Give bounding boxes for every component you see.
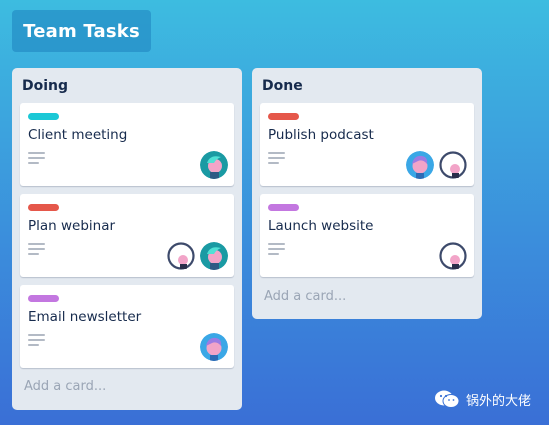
- add-card-button[interactable]: Add a card...: [24, 379, 106, 394]
- card-email-newsletter[interactable]: Email newsletter: [20, 285, 234, 368]
- card-plan-webinar[interactable]: Plan webinar: [20, 194, 234, 277]
- card-title: Client meeting: [28, 127, 128, 143]
- card-label[interactable]: [268, 204, 299, 211]
- teal-avatar-icon[interactable]: [200, 242, 228, 270]
- card-title: Plan webinar: [28, 218, 116, 234]
- card-publish-podcast[interactable]: Publish podcast: [260, 103, 474, 186]
- card-title: Launch website: [268, 218, 374, 234]
- card-label[interactable]: [28, 113, 59, 120]
- add-card-button[interactable]: Add a card...: [264, 289, 346, 304]
- description-icon: [28, 152, 45, 164]
- wechat-icon: [435, 390, 460, 408]
- description-icon: [28, 334, 45, 346]
- list-done: Done Publish podcast Launch website Add …: [252, 68, 482, 319]
- board-title[interactable]: Team Tasks: [12, 10, 151, 52]
- card-title: Publish podcast: [268, 127, 374, 143]
- outline-avatar-icon[interactable]: [439, 151, 467, 179]
- description-icon: [268, 152, 285, 164]
- list-doing: Doing Client meeting Plan webinar Email …: [12, 68, 242, 410]
- card-launch-website[interactable]: Launch website: [260, 194, 474, 277]
- description-icon: [28, 243, 45, 255]
- outline-avatar-icon[interactable]: [167, 242, 195, 270]
- list-title[interactable]: Done: [262, 78, 303, 94]
- card-label[interactable]: [268, 113, 299, 120]
- card-label[interactable]: [28, 295, 59, 302]
- blue-avatar-icon[interactable]: [406, 151, 434, 179]
- watermark-text: 锅外的大佬: [466, 393, 532, 409]
- blue-avatar-icon[interactable]: [200, 333, 228, 361]
- list-title[interactable]: Doing: [22, 78, 68, 94]
- card-label[interactable]: [28, 204, 59, 211]
- card-title: Email newsletter: [28, 309, 142, 325]
- watermark: 锅外的大佬: [434, 389, 531, 409]
- outline-avatar-icon[interactable]: [439, 242, 467, 270]
- board-title-text: Team Tasks: [23, 20, 140, 42]
- description-icon: [268, 243, 285, 255]
- teal-avatar-icon[interactable]: [200, 151, 228, 179]
- card-client-meeting[interactable]: Client meeting: [20, 103, 234, 186]
